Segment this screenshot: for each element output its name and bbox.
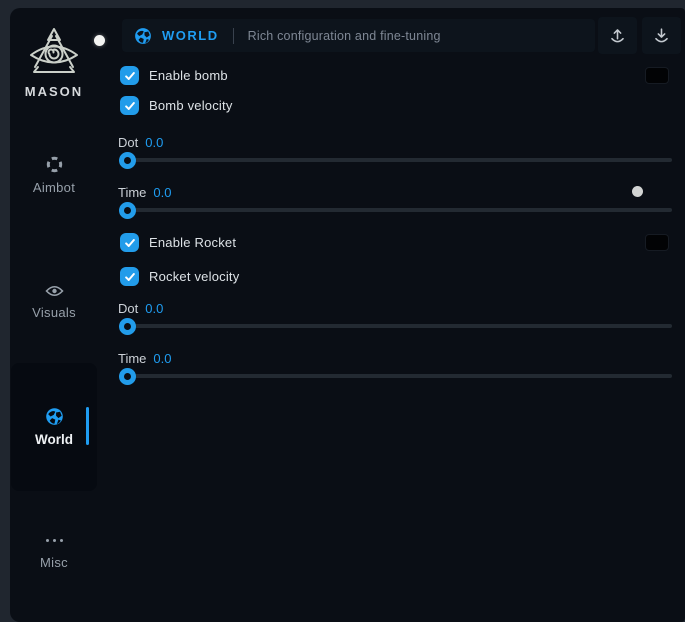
crosshair-icon (46, 156, 63, 173)
bomb-dot-slider-handle[interactable] (119, 152, 136, 169)
slider-value: 0.0 (153, 185, 171, 200)
cheat-menu-window: MASON Aimbot Visuals (10, 8, 685, 622)
globe-icon (45, 407, 64, 426)
checkbox-label: Bomb velocity (149, 98, 233, 113)
header-divider (233, 28, 234, 44)
enable-rocket-checkbox[interactable] (120, 233, 139, 252)
enable-bomb-row: Enable bomb (120, 66, 228, 85)
page-subtitle: Rich configuration and fine-tuning (248, 29, 441, 43)
sidebar-item-world[interactable]: World (11, 407, 97, 447)
globe-icon (134, 27, 152, 45)
checkmark-icon (124, 100, 136, 112)
bomb-color-swatch[interactable] (645, 67, 669, 84)
page-header: WORLD Rich configuration and fine-tuning (122, 19, 595, 52)
sidebar-item-aimbot[interactable]: Aimbot (10, 156, 98, 195)
rocket-dot-slider-track[interactable] (120, 324, 672, 328)
mason-logo-icon (25, 26, 83, 82)
bomb-dot-slider-label: Dot 0.0 (118, 135, 163, 150)
sidebar-item-misc[interactable]: Misc (10, 532, 98, 570)
particle-dot (632, 186, 643, 197)
enable-bomb-checkbox[interactable] (120, 66, 139, 85)
sidebar-item-label: Aimbot (33, 180, 75, 195)
cursor-dot (94, 35, 105, 46)
upload-icon (608, 26, 627, 45)
enable-rocket-row: Enable Rocket (120, 233, 236, 252)
slider-name: Time (118, 351, 146, 366)
slider-name: Dot (118, 301, 138, 316)
bomb-time-slider-track[interactable] (120, 208, 672, 212)
rocket-time-slider-track[interactable] (120, 374, 672, 378)
rocket-time-slider-label: Time 0.0 (118, 351, 171, 366)
sidebar-item-label: Visuals (32, 305, 76, 320)
download-icon (652, 26, 671, 45)
page-title: WORLD (162, 28, 219, 43)
slider-name: Time (118, 185, 146, 200)
rocket-dot-slider-label: Dot 0.0 (118, 301, 163, 316)
checkmark-icon (124, 70, 136, 82)
bomb-dot-slider-track[interactable] (120, 158, 672, 162)
game-background: MASON Aimbot Visuals (0, 0, 685, 622)
ellipsis-icon (46, 532, 63, 548)
checkbox-label: Rocket velocity (149, 269, 239, 284)
bomb-time-slider-label: Time 0.0 (118, 185, 171, 200)
bomb-velocity-row: Bomb velocity (120, 96, 233, 115)
slider-value: 0.0 (145, 301, 163, 316)
rocket-velocity-row: Rocket velocity (120, 267, 239, 286)
sidebar-item-label: Misc (40, 555, 68, 570)
slider-value: 0.0 (145, 135, 163, 150)
rocket-dot-slider-handle[interactable] (119, 318, 136, 335)
rocket-color-swatch[interactable] (645, 234, 669, 251)
rocket-time-slider-handle[interactable] (119, 368, 136, 385)
slider-name: Dot (118, 135, 138, 150)
checkbox-label: Enable Rocket (149, 235, 236, 250)
brand-name: MASON (10, 84, 98, 99)
sidebar-item-visuals[interactable]: Visuals (10, 284, 98, 320)
bomb-velocity-checkbox[interactable] (120, 96, 139, 115)
sidebar-item-world-active-panel: World (11, 363, 97, 491)
rocket-velocity-checkbox[interactable] (120, 267, 139, 286)
sidebar-item-label: World (35, 432, 73, 447)
eye-icon (45, 284, 64, 298)
bomb-time-slider-handle[interactable] (119, 202, 136, 219)
import-config-button[interactable] (642, 17, 681, 54)
active-tab-indicator (86, 407, 90, 445)
checkmark-icon (124, 237, 136, 249)
export-config-button[interactable] (598, 17, 637, 54)
slider-value: 0.0 (153, 351, 171, 366)
checkmark-icon (124, 271, 136, 283)
checkbox-label: Enable bomb (149, 68, 228, 83)
